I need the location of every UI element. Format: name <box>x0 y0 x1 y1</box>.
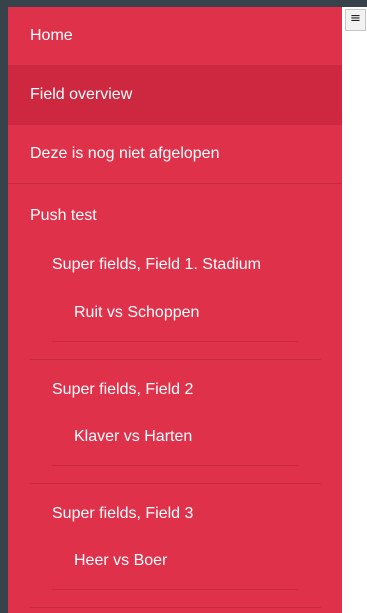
divider <box>52 465 298 466</box>
hamburger-icon: ≡ <box>350 11 361 26</box>
match-link[interactable]: Klaver vs Harten <box>74 428 192 446</box>
divider <box>30 483 321 484</box>
nav-item-home[interactable]: Home <box>8 7 342 66</box>
match-link[interactable]: Ruit vs Schoppen <box>74 304 199 322</box>
field-title[interactable]: Super fields, Field 3 <box>52 505 193 523</box>
section-title-push-test: Push test <box>30 207 97 224</box>
match-link[interactable]: Heer vs Boer <box>74 552 167 570</box>
divider <box>52 589 298 590</box>
field-title[interactable]: Super fields, Field 2 <box>52 381 193 399</box>
sidebar-menu: Home Field overview Deze is nog niet afg… <box>8 7 342 613</box>
divider <box>30 359 321 360</box>
main-content <box>341 7 367 613</box>
menu-toggle-button[interactable]: ≡ <box>345 9 366 31</box>
divider <box>52 341 298 342</box>
divider <box>30 607 321 608</box>
nav-item-deze-is-nog-niet-afgelopen[interactable]: Deze is nog niet afgelopen <box>8 125 342 184</box>
app-window: ≡ Home Field overview Deze is nog niet a… <box>0 0 367 613</box>
field-title[interactable]: Super fields, Field 1. Stadium <box>52 256 261 274</box>
nav-item-field-overview[interactable]: Field overview <box>8 66 342 125</box>
